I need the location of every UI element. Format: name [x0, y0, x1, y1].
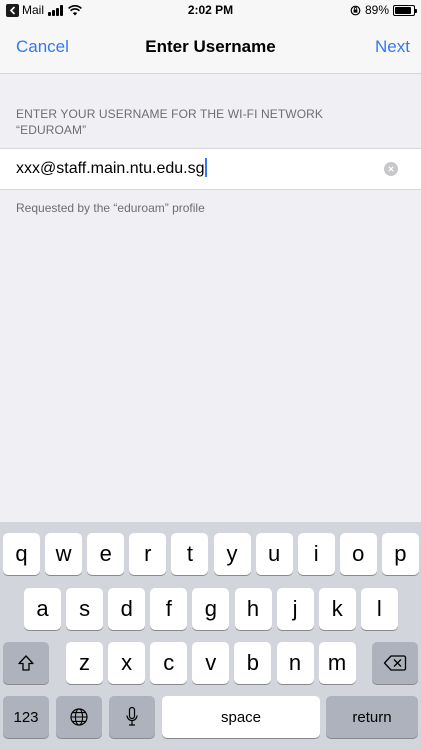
battery-percent: 89% — [364, 3, 389, 17]
return-key[interactable]: return — [326, 696, 418, 738]
key-v[interactable]: v — [192, 642, 230, 684]
status-right: 89% — [350, 3, 417, 17]
dictation-key[interactable] — [109, 696, 155, 738]
shift-icon — [18, 655, 34, 671]
key-q[interactable]: q — [3, 533, 40, 575]
next-button[interactable]: Next — [375, 37, 410, 57]
key-w[interactable]: w — [45, 533, 83, 575]
key-d[interactable]: d — [108, 588, 146, 630]
key-o[interactable]: o — [339, 533, 377, 575]
clear-text-button[interactable] — [384, 162, 398, 176]
key-a[interactable]: a — [24, 588, 61, 630]
footer-note: Requested by the “eduroam” profile — [16, 201, 205, 215]
key-h[interactable]: h — [234, 588, 272, 630]
key-c[interactable]: c — [150, 642, 188, 684]
username-input[interactable]: xxx@staff.main.ntu.edu.sg — [16, 149, 356, 189]
globe-icon — [70, 708, 88, 726]
key-t[interactable]: t — [171, 533, 209, 575]
text-cursor — [205, 158, 208, 177]
key-p[interactable]: p — [381, 533, 419, 575]
key-i[interactable]: i — [297, 533, 335, 575]
battery-fill — [395, 6, 412, 14]
space-key[interactable]: space — [162, 696, 320, 738]
key-r[interactable]: r — [129, 533, 167, 575]
username-cell: xxx@staff.main.ntu.edu.sg — [0, 148, 421, 190]
key-f[interactable]: f — [150, 588, 188, 630]
battery-icon — [393, 4, 417, 16]
key-j[interactable]: j — [276, 588, 314, 630]
key-n[interactable]: n — [276, 642, 314, 684]
username-value: xxx@staff.main.ntu.edu.sg — [16, 160, 205, 177]
status-bar: Mail 2:02 PM 89% — [0, 0, 421, 20]
key-l[interactable]: l — [360, 588, 398, 630]
orientation-lock-icon — [350, 5, 361, 15]
key-e[interactable]: e — [87, 533, 125, 575]
microphone-icon — [126, 706, 138, 726]
shift-key[interactable] — [3, 642, 49, 684]
section-header: ENTER YOUR USERNAME FOR THE WI-FI NETWOR… — [16, 107, 323, 137]
globe-key[interactable] — [56, 696, 102, 738]
key-z[interactable]: z — [66, 642, 103, 684]
key-b[interactable]: b — [234, 642, 272, 684]
key-y[interactable]: y — [213, 533, 251, 575]
delete-icon — [383, 655, 407, 671]
key-x[interactable]: x — [108, 642, 146, 684]
clear-x-icon — [388, 166, 394, 172]
keyboard: qwertyuiop asdfghjkl zxcvbnm 123 space r… — [0, 522, 421, 749]
key-u[interactable]: u — [255, 533, 293, 575]
navigation-bar: Cancel Enter Username Next — [0, 20, 421, 74]
delete-key[interactable] — [372, 642, 418, 684]
key-g[interactable]: g — [192, 588, 230, 630]
cancel-button[interactable]: Cancel — [16, 37, 69, 57]
key-s[interactable]: s — [66, 588, 104, 630]
screen: Mail 2:02 PM 89% Cancel Enter Username N… — [0, 0, 421, 749]
key-k[interactable]: k — [318, 588, 356, 630]
key-m[interactable]: m — [318, 642, 356, 684]
numbers-key[interactable]: 123 — [3, 696, 49, 738]
